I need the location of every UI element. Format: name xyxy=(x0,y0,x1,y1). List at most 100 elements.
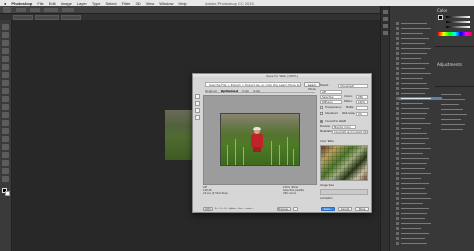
menu-item-select[interactable]: Select xyxy=(105,1,116,6)
tab-2-up[interactable]: 2-Up xyxy=(242,89,249,93)
layer-row[interactable] xyxy=(437,118,471,121)
preset-select[interactable]: [Unnamed] xyxy=(338,84,368,88)
adjustments-panel-tab[interactable]: Adjustments xyxy=(437,62,462,67)
menu-item-edit[interactable]: Edit xyxy=(49,1,56,6)
eye-icon[interactable] xyxy=(396,227,399,230)
menu-item-type[interactable]: Type xyxy=(92,1,101,6)
eye-icon[interactable] xyxy=(396,172,399,175)
eye-icon[interactable] xyxy=(396,142,399,145)
menu-item-help[interactable]: Help xyxy=(178,1,186,6)
convert-srgb-checkbox[interactable] xyxy=(320,120,323,123)
zoom-select[interactable]: 100% xyxy=(203,207,213,211)
panel-icon[interactable] xyxy=(383,10,388,14)
hand-tool-icon[interactable] xyxy=(2,168,9,174)
web-snap-field[interactable]: 0% xyxy=(356,112,368,116)
eye-icon[interactable] xyxy=(396,52,399,55)
history-brush-tool-icon[interactable] xyxy=(2,96,9,102)
healing-tool-icon[interactable] xyxy=(2,72,9,78)
done-button[interactable]: Done xyxy=(355,207,369,211)
layer-row[interactable] xyxy=(437,93,471,96)
blur-tool-icon[interactable] xyxy=(2,120,9,126)
shape-tool-icon[interactable] xyxy=(2,160,9,166)
eye-icon[interactable] xyxy=(396,62,399,65)
gradient-tool-icon[interactable] xyxy=(2,112,9,118)
tab-optimized[interactable]: Optimized xyxy=(221,89,238,93)
foreground-color-swatch[interactable] xyxy=(438,15,443,20)
menu-item-3d[interactable]: 3D xyxy=(136,1,141,6)
eye-icon[interactable] xyxy=(396,47,399,50)
eye-icon[interactable] xyxy=(396,97,399,100)
slice-select-tool-icon[interactable] xyxy=(195,101,200,106)
option-control[interactable] xyxy=(62,8,74,12)
eye-icon[interactable] xyxy=(396,37,399,40)
cancel-button[interactable]: Cancel xyxy=(338,207,352,211)
eye-icon[interactable] xyxy=(396,157,399,160)
menu-item-layer[interactable]: Layer xyxy=(77,1,87,6)
quick-select-tool-icon[interactable] xyxy=(2,48,9,54)
eye-icon[interactable] xyxy=(396,122,399,125)
eye-icon[interactable] xyxy=(396,77,399,80)
layer-row[interactable] xyxy=(437,123,471,126)
eye-icon[interactable] xyxy=(396,117,399,120)
eye-icon[interactable] xyxy=(396,147,399,150)
eraser-tool-icon[interactable] xyxy=(2,104,9,110)
option-control[interactable] xyxy=(16,8,26,12)
preview-select[interactable]: Monitor Color xyxy=(332,125,356,129)
color-slider[interactable] xyxy=(446,21,470,23)
matte-select[interactable] xyxy=(356,106,368,110)
eye-icon[interactable] xyxy=(396,57,399,60)
pen-tool-icon[interactable] xyxy=(2,136,9,142)
dither-amount-field[interactable]: 100% xyxy=(356,100,368,104)
eye-icon[interactable] xyxy=(396,132,399,135)
menu-item-photoshop[interactable]: Photoshop xyxy=(11,1,32,6)
eye-icon[interactable] xyxy=(396,162,399,165)
background-color-swatch[interactable] xyxy=(5,191,10,196)
eye-icon[interactable] xyxy=(396,127,399,130)
eye-icon[interactable] xyxy=(396,187,399,190)
panel-icon[interactable] xyxy=(383,24,388,28)
eye-icon[interactable] xyxy=(396,232,399,235)
eye-icon[interactable] xyxy=(396,202,399,205)
eye-icon[interactable] xyxy=(396,72,399,75)
panel-collapse-strip[interactable] xyxy=(381,6,390,251)
color-panel-tab[interactable]: Color xyxy=(437,8,447,13)
eye-icon[interactable] xyxy=(396,237,399,240)
brush-tool-icon[interactable] xyxy=(2,80,9,86)
lasso-tool-icon[interactable] xyxy=(2,40,9,46)
crop-tool-icon[interactable] xyxy=(2,56,9,62)
eye-icon[interactable] xyxy=(396,212,399,215)
image-size-fields[interactable] xyxy=(320,189,368,195)
layer-row[interactable] xyxy=(437,113,471,116)
zoom-tool-icon[interactable] xyxy=(2,176,9,182)
eye-icon[interactable] xyxy=(396,167,399,170)
path-select-tool-icon[interactable] xyxy=(2,152,9,158)
menu-item-file[interactable]: File xyxy=(37,1,43,6)
eye-icon[interactable] xyxy=(396,182,399,185)
stamp-tool-icon[interactable] xyxy=(2,88,9,94)
type-tool-icon[interactable] xyxy=(2,144,9,150)
hand-tool-icon[interactable] xyxy=(195,94,200,99)
eye-icon[interactable] xyxy=(396,42,399,45)
metadata-select[interactable]: Copyright and Contact Info xyxy=(332,130,368,134)
eye-icon[interactable] xyxy=(396,87,399,90)
dodge-tool-icon[interactable] xyxy=(2,128,9,134)
optimized-preview[interactable] xyxy=(203,95,317,185)
preview-in-browser-button[interactable]: Preview... xyxy=(277,207,291,211)
eyedropper-tool-icon[interactable] xyxy=(2,64,9,70)
menu-item-image[interactable]: Image xyxy=(61,1,72,6)
eye-icon[interactable] xyxy=(396,27,399,30)
eye-icon[interactable] xyxy=(396,107,399,110)
interlaced-checkbox[interactable] xyxy=(320,112,323,115)
learn-more-button[interactable]: Learn More xyxy=(304,82,320,91)
eye-icon[interactable] xyxy=(396,197,399,200)
format-select[interactable]: GIF xyxy=(320,90,342,94)
menu-item-view[interactable]: View xyxy=(146,1,155,6)
dither-algorithm-select[interactable]: Diffusion xyxy=(320,100,342,104)
eye-icon[interactable] xyxy=(396,32,399,35)
panel-icon[interactable] xyxy=(383,31,388,35)
menu-item-window[interactable]: Window xyxy=(159,1,173,6)
eye-icon[interactable] xyxy=(396,92,399,95)
eye-icon[interactable] xyxy=(396,102,399,105)
menu-item-filter[interactable]: Filter xyxy=(122,1,131,6)
eye-icon[interactable] xyxy=(396,137,399,140)
